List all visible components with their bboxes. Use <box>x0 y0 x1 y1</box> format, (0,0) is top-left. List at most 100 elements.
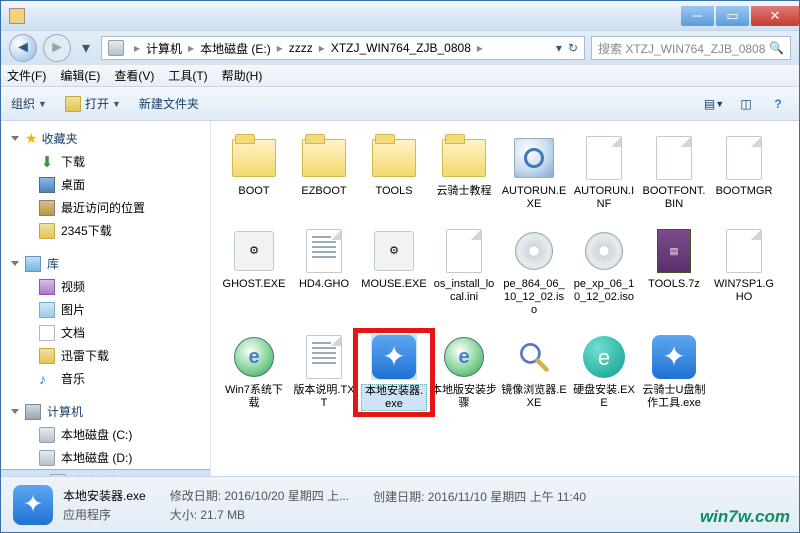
blueapp-icon: ✦ <box>371 334 417 380</box>
details-thumbnail: ✦ <box>13 485 53 525</box>
history-dropdown[interactable]: ▾ <box>77 35 95 61</box>
help-icon[interactable]: ? <box>767 93 789 115</box>
crumb-current-folder[interactable]: XTZJ_WIN764_ZJB_0808 <box>327 37 475 59</box>
file-label: os_install_local.ini <box>431 278 497 303</box>
chevron-right-icon: ▸ <box>275 41 285 55</box>
crumb-zzzz[interactable]: zzzz <box>285 37 317 59</box>
back-button[interactable]: ◄ <box>9 34 37 62</box>
organize-button[interactable]: 组织▼ <box>11 95 47 112</box>
watermark: win7w.com <box>700 507 790 527</box>
details-modified-label: 修改日期: <box>170 489 221 503</box>
menu-tools[interactable]: 工具(T) <box>168 67 207 84</box>
nav-computer-header[interactable]: 计算机 <box>1 400 210 423</box>
folder-icon <box>441 135 487 181</box>
file-item[interactable]: 版本说明.TXT <box>289 334 359 411</box>
window-buttons: ─ ▭ ✕ <box>679 6 799 26</box>
file-item[interactable]: e本地版安装步骤 <box>429 334 499 411</box>
nav-item-downloads[interactable]: ⬇下载 <box>1 150 210 173</box>
nav-item-drive-e[interactable]: ▷本地磁盘 (E:) <box>1 469 210 476</box>
file-item[interactable]: AUTORUN.INF <box>569 135 639 210</box>
file-label: 本地安装器.exe <box>361 384 427 411</box>
file-icon <box>721 135 767 181</box>
file-item[interactable]: 云骑士教程 <box>429 135 499 210</box>
explorer-window: ─ ▭ ✕ ◄ ► ▾ ▸ 计算机 ▸ 本地磁盘 (E:) ▸ zzzz ▸ X… <box>0 0 800 533</box>
document-icon <box>39 325 55 341</box>
nav-favorites-header[interactable]: ★收藏夹 <box>1 127 210 150</box>
file-icon <box>581 135 627 181</box>
nav-item-recent[interactable]: 最近访问的位置 <box>1 196 210 219</box>
file-label: MOUSE.EXE <box>361 278 426 291</box>
nav-item-drive-c[interactable]: 本地磁盘 (C:) <box>1 423 210 446</box>
txtfile-icon <box>301 334 347 380</box>
menu-edit[interactable]: 编辑(E) <box>60 67 100 84</box>
close-button[interactable]: ✕ <box>751 6 799 26</box>
file-label: 镜像浏览器.EXE <box>501 384 567 409</box>
file-item[interactable]: ⚙GHOST.EXE <box>219 228 289 316</box>
chevron-right-icon: ▸ <box>317 41 327 55</box>
forward-button[interactable]: ► <box>43 34 71 62</box>
rar-icon: ▤ <box>651 228 697 274</box>
menu-help[interactable]: 帮助(H) <box>222 67 263 84</box>
maximize-button[interactable]: ▭ <box>716 6 749 26</box>
details-modified-value: 2016/10/20 星期四 上... <box>224 489 349 503</box>
view-options-button[interactable]: ▤▼ <box>703 93 725 115</box>
chevron-right-icon: ▸ <box>475 41 485 55</box>
file-label: Win7系统下载 <box>221 384 287 409</box>
file-item[interactable]: EZBOOT <box>289 135 359 210</box>
new-folder-button[interactable]: 新建文件夹 <box>139 95 199 112</box>
file-pane[interactable]: BOOTEZBOOTTOOLS云骑士教程AUTORUN.EXEAUTORUN.I… <box>211 121 799 476</box>
nav-item-videos[interactable]: 视频 <box>1 275 210 298</box>
file-item[interactable]: HD4.GHO <box>289 228 359 316</box>
nav-item-pictures[interactable]: 图片 <box>1 298 210 321</box>
crumb-computer[interactable]: 计算机 <box>142 37 186 59</box>
file-item[interactable]: 镜像浏览器.EXE <box>499 334 569 411</box>
refresh-icon[interactable]: ↻ <box>568 41 578 55</box>
open-icon <box>65 96 81 112</box>
nav-libraries-header[interactable]: 库 <box>1 252 210 275</box>
txtfile-icon <box>301 228 347 274</box>
address-dropdown-icon[interactable]: ▾ <box>556 41 562 55</box>
open-button[interactable]: 打开▼ <box>65 95 121 112</box>
file-item[interactable]: ▤TOOLS.7z <box>639 228 709 316</box>
address-bar[interactable]: ▸ 计算机 ▸ 本地磁盘 (E:) ▸ zzzz ▸ XTZJ_WIN764_Z… <box>101 36 585 60</box>
minimize-button[interactable]: ─ <box>681 6 714 26</box>
file-label: HD4.GHO <box>299 278 349 291</box>
menu-view[interactable]: 查看(V) <box>114 67 154 84</box>
nav-item-documents[interactable]: 文档 <box>1 321 210 344</box>
file-item[interactable]: BOOTMGR <box>709 135 779 210</box>
nav-item-2345[interactable]: 2345下载 <box>1 219 210 242</box>
file-item[interactable]: BOOTFONT.BIN <box>639 135 709 210</box>
desktop-icon <box>39 177 55 193</box>
preview-pane-button[interactable]: ◫ <box>735 93 757 115</box>
nav-item-xunlei[interactable]: 迅雷下载 <box>1 344 210 367</box>
file-item[interactable]: WIN7SP1.GHO <box>709 228 779 316</box>
details-created-label: 创建日期: <box>373 490 424 504</box>
file-item[interactable]: e硬盘安装.EXE <box>569 334 639 411</box>
menu-file[interactable]: 文件(F) <box>7 67 46 84</box>
search-input[interactable]: 搜索 XTZJ_WIN764_ZJB_0808 🔍 <box>591 36 791 60</box>
file-item[interactable]: ✦ 本地安装器.exe <box>359 334 429 411</box>
video-icon <box>39 279 55 295</box>
chevron-right-icon: ▸ <box>132 41 142 55</box>
search-icon[interactable]: 🔍 <box>769 41 784 55</box>
menubar: 文件(F) 编辑(E) 查看(V) 工具(T) 帮助(H) <box>1 65 799 87</box>
nav-item-drive-d[interactable]: 本地磁盘 (D:) <box>1 446 210 469</box>
file-item[interactable]: pe_864_06_10_12_02.iso <box>499 228 569 316</box>
file-item[interactable]: ⚙MOUSE.EXE <box>359 228 429 316</box>
file-item[interactable]: eWin7系统下载 <box>219 334 289 411</box>
file-label: GHOST.EXE <box>223 278 286 291</box>
titlebar[interactable]: ─ ▭ ✕ <box>1 1 799 31</box>
details-filename: 本地安装器.exe <box>63 487 146 504</box>
disc-icon <box>581 228 627 274</box>
nav-item-desktop[interactable]: 桌面 <box>1 173 210 196</box>
nav-item-music[interactable]: ♪音乐 <box>1 367 210 390</box>
file-item[interactable]: os_install_local.ini <box>429 228 499 316</box>
file-item[interactable]: BOOT <box>219 135 289 210</box>
file-item[interactable]: AUTORUN.EXE <box>499 135 569 210</box>
file-item[interactable]: pe_xp_06_10_12_02.iso <box>569 228 639 316</box>
crumb-drive-e[interactable]: 本地磁盘 (E:) <box>196 37 275 59</box>
file-item[interactable]: TOOLS <box>359 135 429 210</box>
file-item[interactable]: ✦云骑士U盘制作工具.exe <box>639 334 709 411</box>
file-grid: BOOTEZBOOTTOOLS云骑士教程AUTORUN.EXEAUTORUN.I… <box>219 131 791 425</box>
folder-icon <box>231 135 277 181</box>
